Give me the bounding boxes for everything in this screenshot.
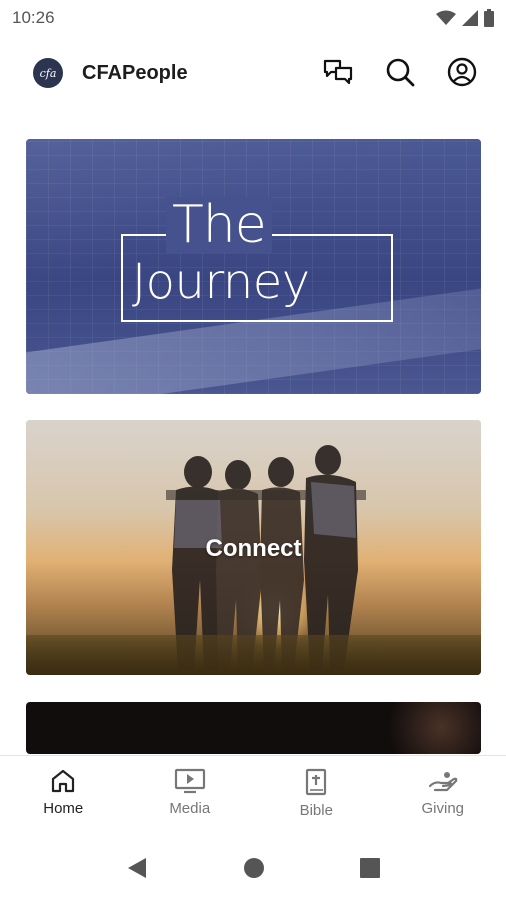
connect-title: Connect [205,535,302,562]
nav-giving-label: Giving [421,800,465,817]
back-icon[interactable] [126,856,148,880]
app-title: CFAPeople [82,62,188,84]
wifi-icon [436,10,456,25]
nav-home-label: Home [43,800,84,817]
home-circle-icon[interactable] [243,857,265,879]
connect-card[interactable]: Connect [26,420,481,675]
account-icon [447,57,477,87]
nav-media[interactable]: Media [127,756,254,836]
chat-icon [323,59,353,85]
journey-title-journey: Journey [132,254,310,310]
app-actions [322,56,478,88]
signal-icon [462,10,478,26]
status-bar: 10:26 [0,0,506,36]
account-button[interactable] [446,56,478,88]
search-button[interactable] [384,56,416,88]
nav-giving[interactable]: Giving [380,756,506,836]
journey-title-the: The [166,197,272,253]
media-card-partial[interactable] [26,702,481,754]
nav-bible-label: Bible [299,802,333,819]
app-logo-text: cfa [39,66,57,80]
connect-ground [26,635,481,675]
nav-media-label: Media [169,800,211,817]
app-bar: cfa CFAPeople [0,44,506,106]
nav-home[interactable]: Home [0,756,127,836]
messages-button[interactable] [322,56,354,88]
nav-bible[interactable]: Bible [253,756,380,836]
media-icon [174,768,205,794]
giving-icon [428,772,458,792]
home-icon [52,769,75,793]
recents-square-icon[interactable] [360,857,380,878]
status-time: 10:26 [12,8,55,27]
status-icons [436,9,494,27]
system-navigation-bar [0,835,506,900]
journey-card[interactable]: The Journey [26,139,481,394]
battery-icon [484,9,494,27]
media-card-glow [381,702,481,754]
app-logo[interactable]: cfa [33,58,63,88]
search-icon [386,58,415,87]
bottom-navigation: Home Media Bible Giving [0,755,506,836]
bible-icon [306,768,327,796]
